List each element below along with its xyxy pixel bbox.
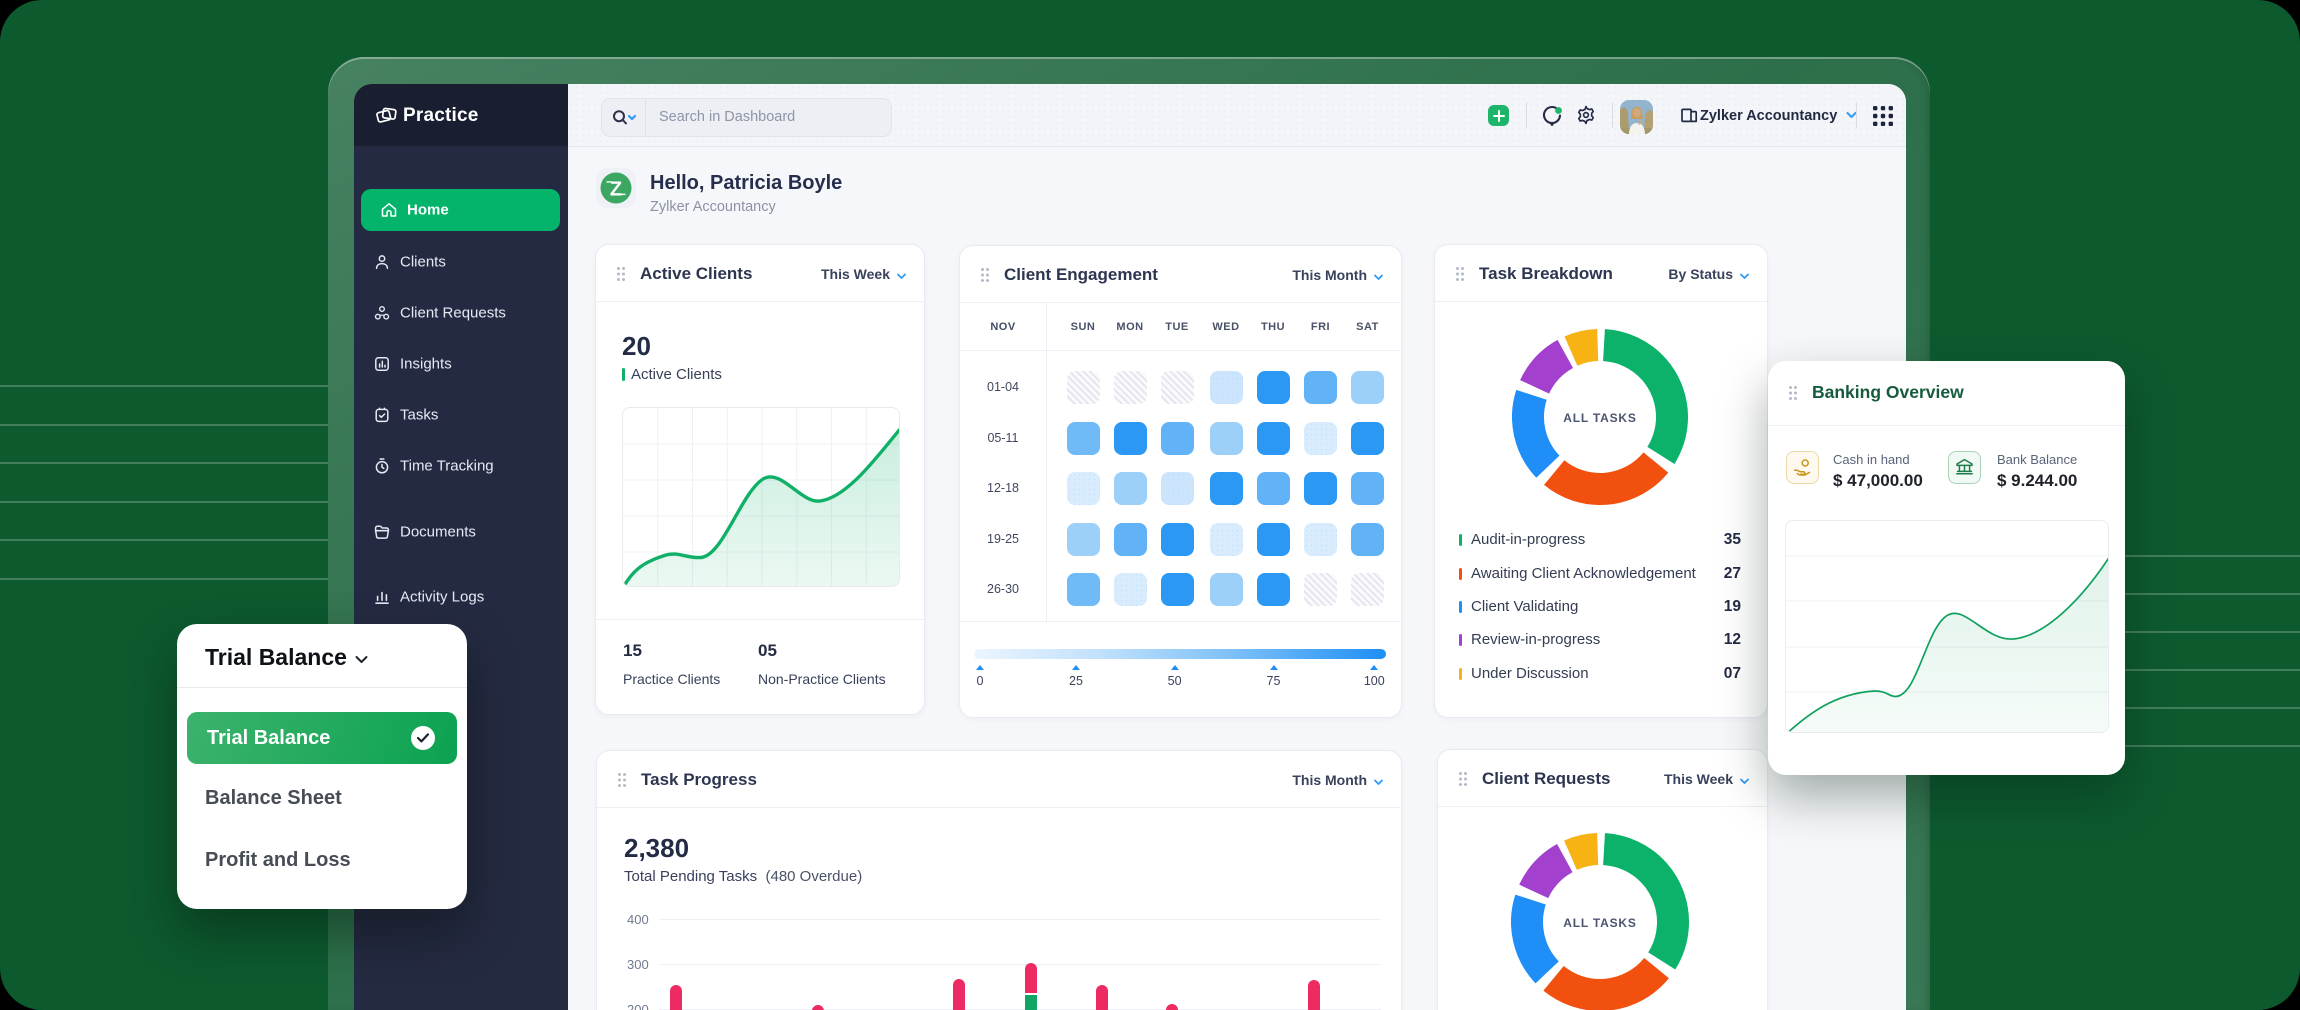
- svg-text:ALL TASKS: ALL TASKS: [1563, 411, 1636, 425]
- svg-text:ALL TASKS: ALL TASKS: [1563, 916, 1636, 930]
